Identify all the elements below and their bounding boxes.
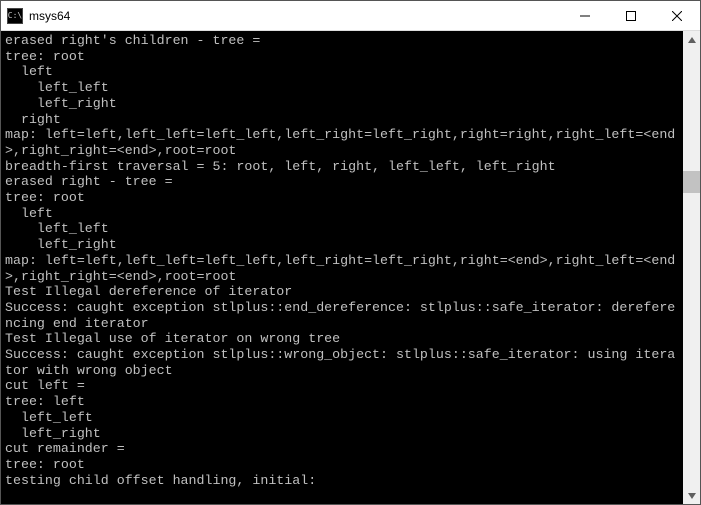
scroll-up-button[interactable] xyxy=(683,31,700,48)
window-title: msys64 xyxy=(29,9,562,23)
scrollbar-thumb[interactable] xyxy=(683,171,700,193)
scroll-down-button[interactable] xyxy=(683,487,700,504)
maximize-icon xyxy=(626,11,636,21)
chevron-down-icon xyxy=(688,493,696,499)
app-icon-glyph: C:\ xyxy=(8,12,22,20)
close-button[interactable] xyxy=(654,1,700,30)
minimize-icon xyxy=(580,11,590,21)
scrollbar-track[interactable] xyxy=(683,48,700,487)
terminal-output[interactable]: erased right's children - tree = tree: r… xyxy=(1,31,683,504)
minimize-button[interactable] xyxy=(562,1,608,30)
close-icon xyxy=(672,11,682,21)
app-icon: C:\ xyxy=(7,8,23,24)
maximize-button[interactable] xyxy=(608,1,654,30)
window-titlebar: C:\ msys64 xyxy=(1,1,700,31)
window-controls xyxy=(562,1,700,30)
vertical-scrollbar[interactable] xyxy=(683,31,700,504)
client-area: erased right's children - tree = tree: r… xyxy=(1,31,700,504)
chevron-up-icon xyxy=(688,37,696,43)
